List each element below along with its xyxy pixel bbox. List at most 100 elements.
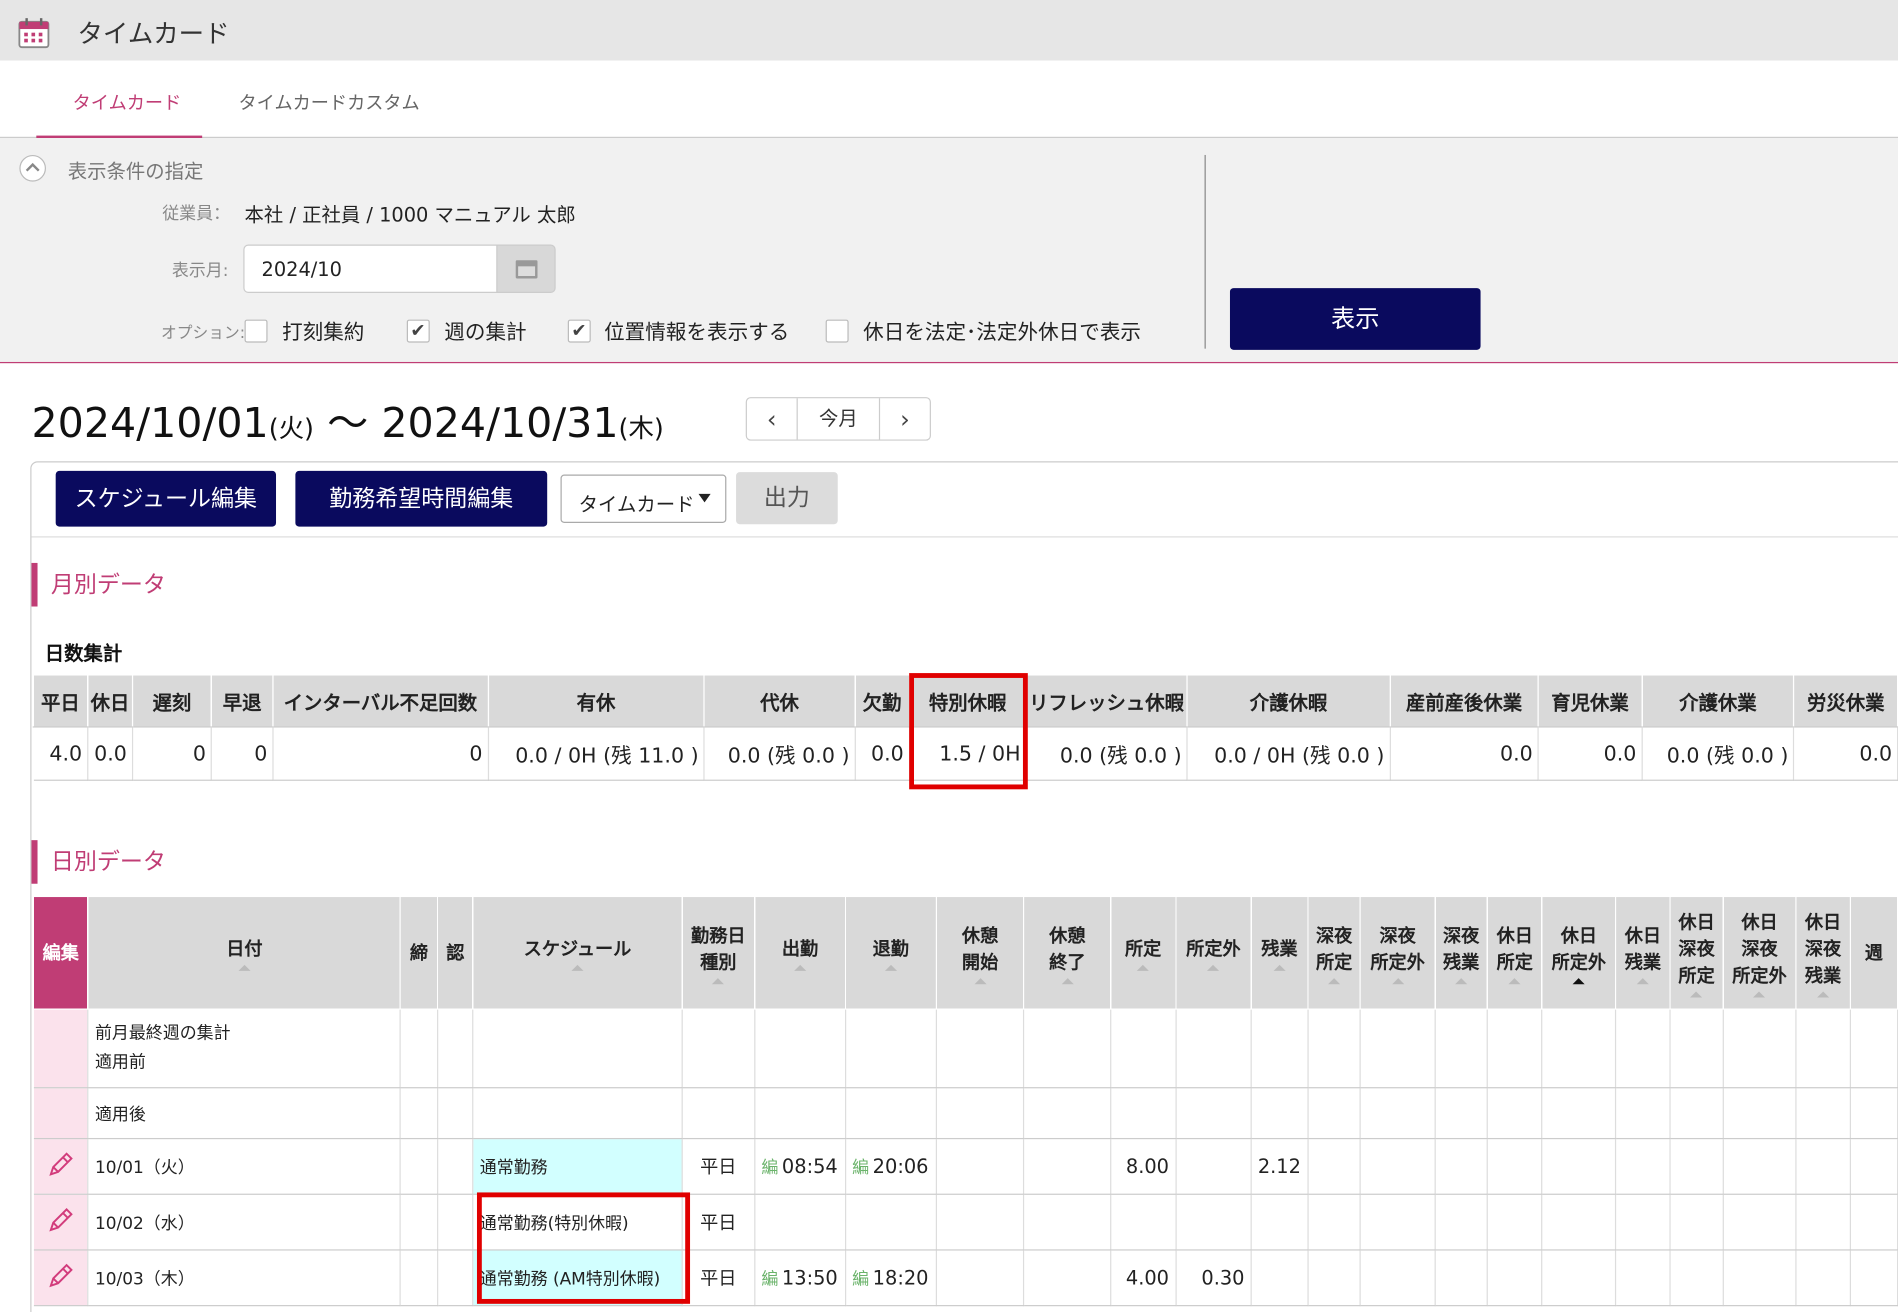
header-night-shotei[interactable]: 深夜 所定 <box>1306 895 1362 1010</box>
sort-icon <box>884 964 897 971</box>
header-shoteigai[interactable]: 所定外 <box>1175 895 1252 1010</box>
edited-mark: 編 <box>852 1157 870 1178</box>
checkbox-weekly-summary[interactable]: ✔ <box>406 319 430 343</box>
next-month-button[interactable]: › <box>878 398 930 440</box>
sort-icon <box>1061 977 1074 984</box>
options-label: オプション: <box>161 324 246 343</box>
header-cell: 有休 <box>487 674 705 728</box>
value-cell: 0 <box>211 726 274 781</box>
header-break-end[interactable]: 休憩 終了 <box>1023 895 1112 1010</box>
header-shotei[interactable]: 所定 <box>1110 895 1177 1010</box>
title-bar: タイムカード <box>0 0 1898 61</box>
header-holiday-night-shoteigai[interactable]: 休日 深夜 所定外 <box>1722 895 1797 1010</box>
pencil-icon[interactable] <box>45 1260 76 1291</box>
value-cell: 0.0 <box>1538 726 1643 781</box>
checkbox-show-location[interactable]: ✔ <box>567 319 591 343</box>
edit-cell <box>33 1249 89 1307</box>
output-button[interactable]: 出力 <box>736 472 838 525</box>
header-cell: 代休 <box>703 674 856 728</box>
header-daytype[interactable]: 勤務日 種別 <box>681 895 756 1010</box>
clock-in-cell: 編 13:50 <box>754 1249 847 1307</box>
header-holiday-night-zangyo[interactable]: 休日 深夜 残業 <box>1795 895 1851 1010</box>
header-holiday-shoteigai[interactable]: 休日 所定外 <box>1541 895 1617 1010</box>
sort-icon <box>1455 977 1468 984</box>
header-holiday-zangyo[interactable]: 休日 残業 <box>1615 895 1671 1010</box>
sort-icon <box>1816 990 1830 997</box>
header-week: 週 <box>1849 895 1898 1010</box>
period-separator: ～ <box>313 399 382 448</box>
checkbox-holiday-legal[interactable] <box>825 319 849 343</box>
app-title: タイムカード <box>77 19 230 49</box>
employee-value: 本社 / 正社員 / 1000 マニュアル 太郎 <box>244 203 576 227</box>
edit-cell <box>33 1194 89 1251</box>
sort-icon <box>1572 977 1585 984</box>
sort-icon <box>974 977 987 984</box>
sort-icon <box>1636 977 1649 984</box>
value-cell: 0.0 <box>1389 726 1539 781</box>
view-select[interactable]: タイムカード <box>560 474 727 523</box>
check-icon: ✔ <box>571 319 587 342</box>
option-show-location-label: 位置情報を表示する <box>604 320 790 346</box>
sort-icon <box>1508 977 1521 984</box>
month-label: 表示月: <box>171 261 229 281</box>
prev-month-button[interactable]: ‹ <box>747 398 798 440</box>
header-out[interactable]: 退勤 <box>844 895 937 1010</box>
show-button[interactable]: 表示 <box>1229 288 1481 350</box>
collapse-button[interactable] <box>19 154 47 182</box>
edit-cell <box>33 1009 89 1089</box>
header-holiday-night-shotei[interactable]: 休日 深夜 所定 <box>1669 895 1724 1010</box>
table-row: 10/03（木） 通常勤務 (AM特別休暇) 平日 編 13:50 編 18:20 … <box>33 1249 1898 1307</box>
divider <box>31 536 1898 538</box>
shoteigai-cell: 0.30 <box>1175 1249 1252 1307</box>
option-weekly-summary-label: 週の集計 <box>444 320 527 346</box>
zangyo-cell: 2.12 <box>1251 1138 1309 1195</box>
pencil-icon[interactable] <box>45 1204 76 1235</box>
daytype-cell: 平日 <box>681 1138 756 1195</box>
display-conditions-panel: 表示条件の指定 従業員： 本社 / 正社員 / 1000 マニュアル 太郎 表示… <box>0 138 1898 364</box>
shotei-cell: 4.00 <box>1110 1249 1177 1307</box>
header-in[interactable]: 出勤 <box>754 895 847 1010</box>
date-cell: 10/02（水） <box>88 1194 402 1251</box>
header-night-shoteigai[interactable]: 深夜 所定外 <box>1360 895 1436 1010</box>
pencil-icon[interactable] <box>45 1148 76 1179</box>
tab-timecard-custom[interactable]: タイムカードカスタム <box>238 90 419 115</box>
table-row: 10/01（火） 通常勤務 平日 編 08:54 編 20:06 8.00 2.12 <box>33 1138 1898 1195</box>
this-month-button[interactable]: 今月 <box>798 398 879 439</box>
tab-timecard[interactable]: タイムカード <box>73 90 182 115</box>
table-row: 前月最終週の集計 適用前 <box>33 1009 1898 1089</box>
calendar-button[interactable] <box>496 244 556 293</box>
edit-cell <box>33 1138 89 1195</box>
header-break-start[interactable]: 休憩 開始 <box>935 895 1025 1010</box>
header-cell: 介護休暇 <box>1186 674 1391 728</box>
header-cell: リフレッシュ休暇 <box>1025 674 1188 728</box>
period-end: 2024/10/31 <box>381 399 619 448</box>
sort-icon <box>794 964 807 971</box>
header-night-zangyo[interactable]: 深夜 残業 <box>1433 895 1489 1010</box>
wish-time-edit-button[interactable]: 勤務希望時間編集 <box>295 470 548 527</box>
sort-icon <box>1273 964 1286 971</box>
value-cell: 0.0 (残 0.0 ) <box>704 726 856 781</box>
header-cell: 平日 <box>32 674 89 728</box>
header-approve: 認 <box>436 895 474 1010</box>
header-cell: インターバル不足回数 <box>272 674 489 728</box>
checkbox-aggregate-punch[interactable] <box>244 319 268 343</box>
header-cell: 産前産後休業 <box>1389 674 1539 728</box>
period-start: 2024/10/01 <box>31 399 269 448</box>
month-input[interactable]: 2024/10 <box>243 244 498 293</box>
schedule-edit-button[interactable]: スケジュール編集 <box>55 470 277 527</box>
daily-section-title: 日別データ <box>31 840 166 884</box>
header-date[interactable]: 日付 <box>87 895 402 1010</box>
header-cell: 介護休業 <box>1641 674 1795 728</box>
header-schedule[interactable]: スケジュール <box>472 895 683 1010</box>
period-end-dow: (木) <box>618 414 664 444</box>
daily-header-row: 編集 日付 締 認 スケジュール 勤務日 種別 出勤 退勤 休憩 開始 休憩 終… <box>32 895 1898 1010</box>
header-zangyo[interactable]: 残業 <box>1250 895 1309 1010</box>
value-cell: 0.0 <box>1793 726 1898 781</box>
header-holiday-shotei[interactable]: 休日 所定 <box>1487 895 1543 1010</box>
daytype-cell: 平日 <box>681 1194 756 1251</box>
sort-icon <box>1328 977 1341 984</box>
monthly-section-title: 月別データ <box>31 562 166 607</box>
value-cell: 0.0 (残 0.0 ) <box>1641 726 1795 781</box>
conditions-title: 表示条件の指定 <box>67 159 204 183</box>
header-close: 締 <box>399 895 439 1010</box>
